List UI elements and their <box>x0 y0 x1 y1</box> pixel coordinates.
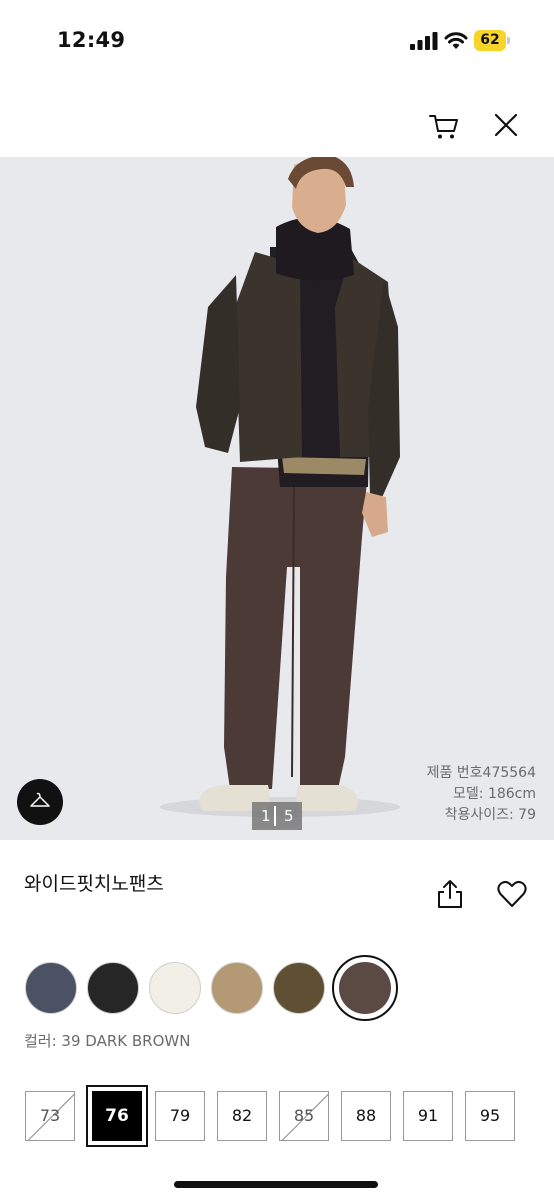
page-current: 1 <box>261 807 271 825</box>
hanger-icon <box>30 792 50 807</box>
size-option[interactable]: 73 <box>25 1091 75 1141</box>
color-swatch[interactable] <box>149 962 201 1014</box>
top-nav <box>0 100 554 150</box>
size-label: 73 <box>39 1106 61 1125</box>
status-time: 12:49 <box>57 28 126 52</box>
battery-indicator: 62 <box>474 30 510 51</box>
size-label: 91 <box>417 1106 439 1125</box>
battery-level: 62 <box>480 32 500 48</box>
size-option[interactable]: 76 <box>86 1085 148 1147</box>
product-photo <box>160 157 400 817</box>
model-height: 모델: 186cm <box>453 786 536 802</box>
fitting-hanger-button[interactable] <box>17 779 63 825</box>
size-label: 79 <box>169 1106 191 1125</box>
color-label: 컬러: 39 DARK BROWN <box>24 1032 191 1050</box>
heart-icon[interactable] <box>497 880 527 908</box>
size-label: 88 <box>355 1106 377 1125</box>
size-selector: 73 76 79 82 85 88 91 95 <box>0 1085 554 1147</box>
size-label: 95 <box>479 1106 501 1125</box>
size-label: 82 <box>231 1106 253 1125</box>
product-name: 와이드핏치노팬츠 <box>24 873 164 895</box>
color-swatches <box>0 955 554 1021</box>
size-option[interactable]: 95 <box>465 1091 515 1141</box>
model-wear-size: 착용사이즈: 79 <box>444 807 536 823</box>
size-option[interactable]: 85 <box>279 1091 329 1141</box>
page-separator <box>274 806 276 826</box>
color-swatch[interactable] <box>25 962 77 1014</box>
model-info: 제품 번호475564 모델: 186cm 착용사이즈: 79 <box>427 763 536 826</box>
status-bar: 12:49 62 <box>0 0 554 84</box>
size-option[interactable]: 88 <box>341 1091 391 1141</box>
page-total: 5 <box>284 807 294 825</box>
wifi-icon <box>444 32 468 49</box>
cart-icon[interactable] <box>428 110 460 142</box>
close-icon[interactable] <box>492 111 520 139</box>
size-option[interactable]: 91 <box>403 1091 453 1141</box>
product-image-carousel[interactable]: 1 5 제품 번호475564 모델: 186cm 착용사이즈: 79 <box>0 157 554 840</box>
color-swatch[interactable] <box>211 962 263 1014</box>
product-number: 제품 번호475564 <box>426 765 536 781</box>
cellular-signal-icon <box>410 32 438 50</box>
size-label: 76 <box>105 1106 129 1126</box>
size-label: 85 <box>293 1106 315 1125</box>
color-swatch[interactable] <box>273 962 325 1014</box>
size-option[interactable]: 79 <box>155 1091 205 1141</box>
home-indicator <box>174 1181 378 1188</box>
color-swatch[interactable] <box>87 962 139 1014</box>
share-icon[interactable] <box>436 879 464 909</box>
size-option[interactable]: 82 <box>217 1091 267 1141</box>
image-page-indicator: 1 5 <box>252 802 302 830</box>
color-swatch[interactable] <box>332 955 398 1021</box>
